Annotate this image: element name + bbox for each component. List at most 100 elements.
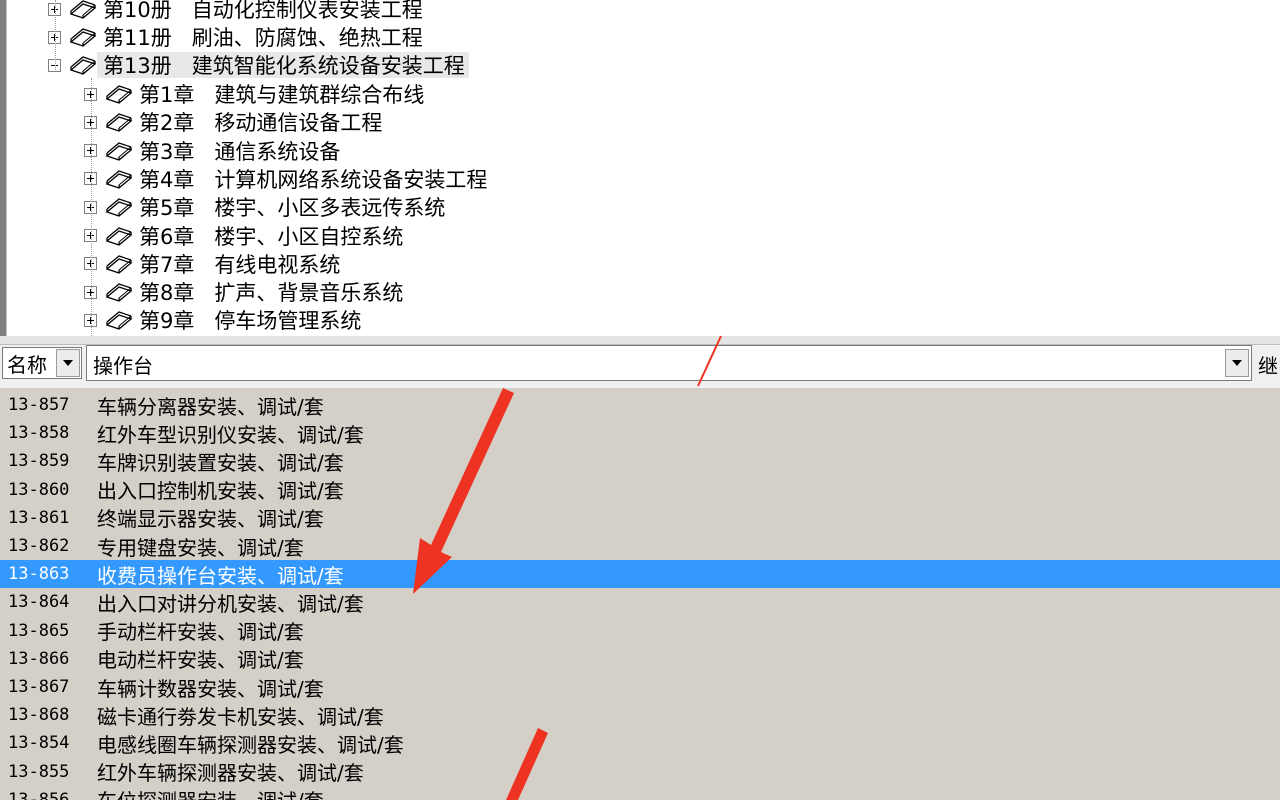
tree-node[interactable]: 第4章 计算机网络系统设备安装工程	[84, 165, 491, 193]
tree-node-title: 通信系统设备	[214, 139, 341, 164]
search-field-select[interactable]: 名称	[2, 347, 82, 379]
book-icon	[105, 225, 133, 247]
list-item-code: 13-856	[8, 789, 70, 800]
list-item-code: 13-863	[8, 564, 70, 585]
chevron-down-icon[interactable]	[1225, 349, 1249, 377]
tree-node-code: 第6章	[139, 224, 195, 249]
list-item-name: 电动栏杆安装、调试/套	[97, 648, 304, 673]
book-icon	[105, 253, 133, 275]
list-item[interactable]: 13-861 终端显示器安装、调试/套	[0, 504, 1280, 532]
tree-node-title: 建筑与建筑群综合布线	[214, 83, 425, 107]
list-item-name: 车辆计数器安装、调试/套	[97, 676, 324, 701]
list-item[interactable]: 13-856 车位探测器安装、调试/套	[0, 786, 1280, 800]
tree-node-label[interactable]: 第10册 自动化控制仪表安装工程	[97, 0, 427, 22]
list-item-code: 13-867	[8, 677, 70, 697]
chapter-tree[interactable]: 第10册 自动化控制仪表安装工程 第11册 刷油、防腐蚀、绝热工程 第13册 建筑智能化系…	[0, 0, 1280, 336]
tree-node-label[interactable]: 第8章 扩声、背景音乐系统	[133, 279, 407, 305]
tree-node-code: 第11册	[103, 26, 172, 50]
search-toolbar: 名称 继	[0, 336, 1280, 388]
list-item-code: 13-857	[8, 395, 70, 415]
tree-node-label[interactable]: 第9章 停车场管理系统	[133, 307, 365, 333]
tree-node[interactable]: 第2章 移动通信设备工程	[84, 108, 386, 136]
search-input[interactable]	[91, 348, 1215, 380]
list-item-name: 红外车辆探测器安装、调试/套	[97, 761, 364, 786]
list-item-name: 车辆分离器安装、调试/套	[97, 394, 324, 419]
list-item-code: 13-868	[8, 705, 70, 726]
book-icon	[105, 83, 133, 105]
tree-node-title: 刷油、防腐蚀、绝热工程	[191, 26, 423, 50]
tree-node-label[interactable]: 第2章 移动通信设备工程	[133, 109, 386, 135]
tree-node[interactable]: 第13册 建筑智能化系统设备安装工程	[48, 51, 469, 79]
list-item[interactable]: 13-864 出入口对讲分机安装、调试/套	[0, 588, 1280, 616]
tree-node[interactable]: 第3章 通信系统设备	[84, 137, 344, 165]
tree-node[interactable]: 第11册 刷油、防腐蚀、绝热工程	[48, 23, 427, 51]
tree-node-title: 楼宇、小区多表远传系统	[214, 196, 446, 221]
list-item-name: 磁卡通行劵发卡机安装、调试/套	[97, 704, 384, 729]
list-item-name: 专用键盘安装、调试/套	[97, 535, 304, 560]
list-item-code: 13-864	[8, 592, 70, 613]
book-icon	[105, 196, 133, 218]
tree-node[interactable]: 第8章 扩声、背景音乐系统	[84, 278, 407, 306]
list-item-code: 13-861	[8, 507, 70, 528]
book-icon	[105, 281, 133, 303]
book-icon	[105, 309, 133, 331]
tree-node-code: 第13册	[103, 54, 172, 78]
list-item[interactable]: 13-857 车辆分离器安装、调试/套	[0, 391, 1280, 419]
book-icon	[69, 54, 97, 76]
list-item[interactable]: 13-862 专用键盘安装、调试/套	[0, 532, 1280, 560]
tree-node[interactable]: 第5章 楼宇、小区多表远传系统	[84, 193, 449, 221]
list-item[interactable]: 13-868 磁卡通行劵发卡机安装、调试/套	[0, 701, 1280, 729]
list-item[interactable]: 13-866 电动栏杆安装、调试/套	[0, 645, 1280, 673]
list-item-code: 13-866	[8, 648, 70, 669]
list-item[interactable]: 13-858 红外车型识别仪安装、调试/套	[0, 419, 1280, 447]
tree-node-code: 第2章	[139, 111, 195, 136]
list-item-name: 车位探测器安装、调试/套	[97, 785, 324, 800]
list-item[interactable]: 13-867 车辆计数器安装、调试/套	[0, 673, 1280, 701]
tree-node-title: 有线电视系统	[214, 252, 341, 277]
tree-node[interactable]: 第9章 停车场管理系统	[84, 306, 365, 334]
tree-node[interactable]: 第1章 建筑与建筑群综合布线	[84, 80, 428, 108]
list-item-code: 13-862	[8, 536, 70, 556]
tree-node-label[interactable]: 第1章 建筑与建筑群综合布线	[133, 81, 428, 107]
list-item-name: 收费员操作台安装、调试/套	[97, 563, 344, 588]
list-item[interactable]: 13-863 收费员操作台安装、调试/套	[0, 560, 1280, 589]
tree-node-label[interactable]: 第13册 建筑智能化系统设备安装工程	[97, 52, 469, 78]
list-item-name: 红外车型识别仪安装、调试/套	[97, 422, 364, 447]
list-item-name: 出入口控制机安装、调试/套	[97, 479, 344, 504]
tree-node-title: 自动化控制仪表安装工程	[191, 0, 423, 22]
tree-node[interactable]: 第6章 楼宇、小区自控系统	[84, 222, 407, 250]
list-item[interactable]: 13-865 手动栏杆安装、调试/套	[0, 617, 1280, 645]
tree-node-label[interactable]: 第5章 楼宇、小区多表远传系统	[133, 194, 449, 220]
list-item-code: 13-855	[8, 761, 70, 782]
tree-node[interactable]: 第7章 有线电视系统	[84, 250, 344, 278]
tree-node-code: 第5章	[139, 196, 195, 221]
book-icon	[105, 111, 133, 133]
tree-node[interactable]: 第10册 自动化控制仪表安装工程	[48, 0, 427, 23]
list-item-name: 电感线圈车辆探测器安装、调试/套	[97, 732, 404, 757]
search-combobox[interactable]	[86, 345, 1252, 381]
list-item[interactable]: 13-854 电感线圈车辆探测器安装、调试/套	[0, 729, 1280, 757]
tree-node-label[interactable]: 第3章 通信系统设备	[133, 138, 344, 164]
tree-guide-line	[91, 78, 92, 336]
tree-node-title: 停车场管理系统	[214, 309, 362, 334]
tree-node-title: 计算机网络系统设备安装工程	[214, 167, 488, 192]
list-item[interactable]: 13-859 车牌识别装置安装、调试/套	[0, 447, 1280, 475]
tree-node-label[interactable]: 第7章 有线电视系统	[133, 251, 344, 277]
tree-node-code: 第3章	[139, 139, 195, 164]
tree-node-label[interactable]: 第6章 楼宇、小区自控系统	[133, 223, 407, 249]
tree-node-label[interactable]: 第4章 计算机网络系统设备安装工程	[133, 166, 491, 192]
tree-node-title: 楼宇、小区自控系统	[214, 224, 404, 249]
splitter[interactable]	[0, 336, 1280, 345]
tree-node-title: 建筑智能化系统设备安装工程	[191, 54, 465, 78]
tree-node-code: 第7章	[139, 252, 195, 277]
tree-node-code: 第10册	[103, 0, 172, 22]
list-item[interactable]: 13-860 出入口控制机安装、调试/套	[0, 476, 1280, 504]
result-list[interactable]: 13-857 车辆分离器安装、调试/套 13-858 红外车型识别仪安装、调试/套 13…	[0, 388, 1280, 800]
list-item[interactable]: 13-855 红外车辆探测器安装、调试/套	[0, 758, 1280, 786]
list-item-code: 13-865	[8, 620, 70, 641]
list-item-code: 13-860	[8, 479, 70, 500]
chevron-down-icon[interactable]	[56, 349, 80, 377]
tree-node-label[interactable]: 第11册 刷油、防腐蚀、绝热工程	[97, 24, 427, 50]
book-icon	[105, 140, 133, 162]
list-item-name: 手动栏杆安装、调试/套	[97, 620, 304, 645]
